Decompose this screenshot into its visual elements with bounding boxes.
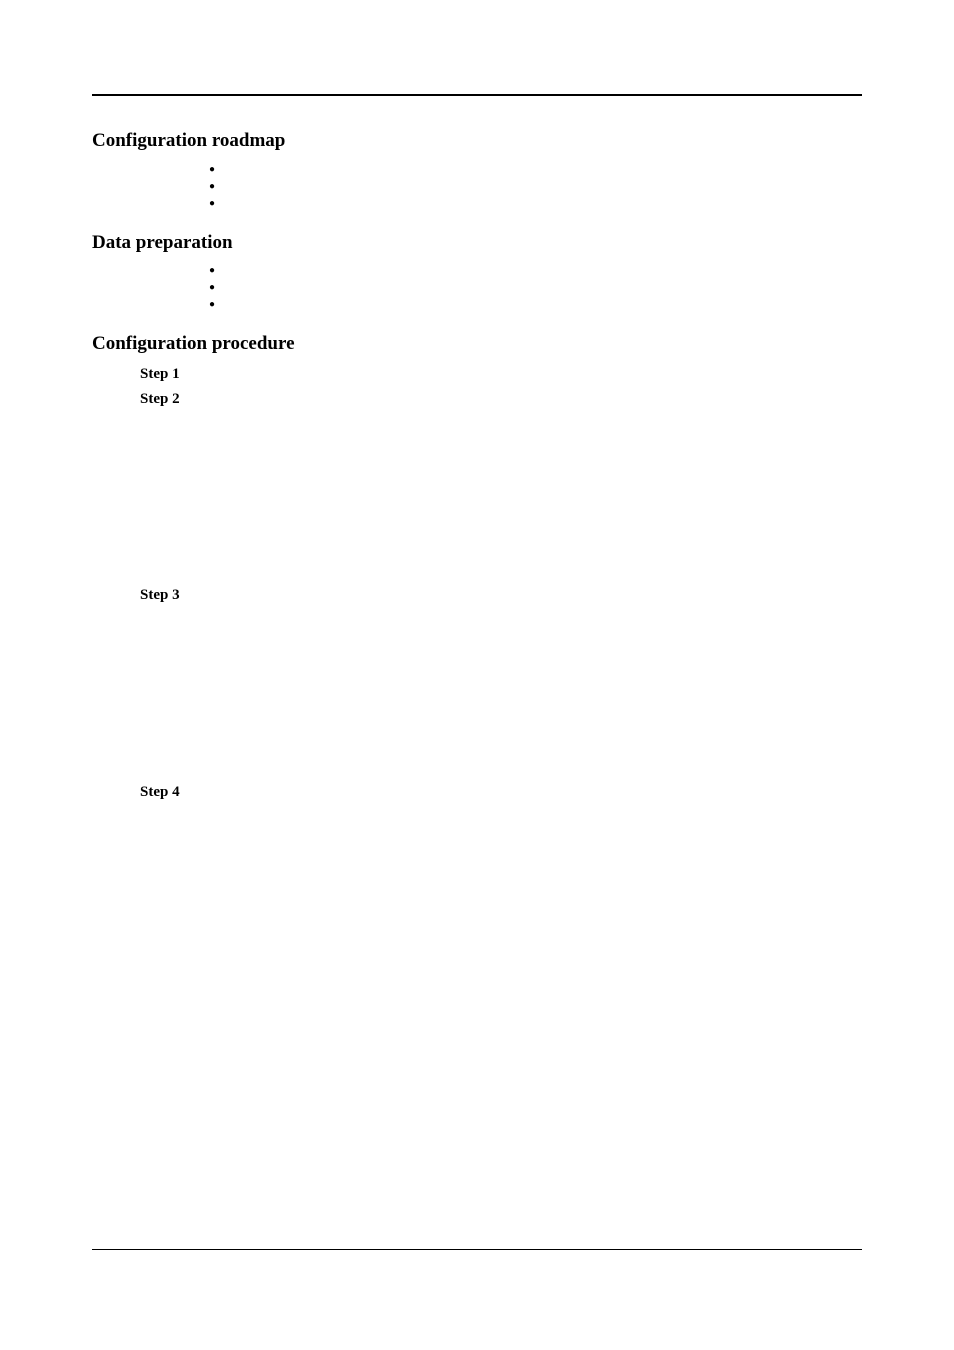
step-body [200, 364, 862, 386]
list-item [92, 161, 862, 178]
step-body [200, 585, 862, 607]
list-item [92, 178, 862, 195]
content-area: Configuration roadmap Data preparation C… [92, 128, 862, 822]
section-configuration-roadmap: Configuration roadmap [92, 128, 862, 212]
step-1: Step 1 [92, 364, 862, 386]
step-label: Step 2 [140, 389, 200, 411]
section-data-preparation: Data preparation [92, 230, 862, 314]
page: Configuration roadmap Data preparation C… [0, 0, 954, 1350]
list-item [92, 279, 862, 296]
header-rule [92, 94, 862, 96]
heading-configuration-procedure: Configuration procedure [92, 331, 862, 358]
prep-bullet-list [92, 262, 862, 313]
step-label: Step 1 [140, 364, 200, 386]
step-3: Step 3 [92, 585, 862, 607]
step-label: Step 4 [140, 782, 200, 804]
step-body [200, 389, 862, 411]
list-item [92, 262, 862, 279]
roadmap-bullet-list [92, 161, 862, 212]
section-configuration-procedure: Configuration procedure Step 1 Step 2 St… [92, 331, 862, 804]
step-2: Step 2 [92, 389, 862, 411]
heading-configuration-roadmap: Configuration roadmap [92, 128, 862, 155]
step-label: Step 3 [140, 585, 200, 607]
step-4: Step 4 [92, 782, 862, 804]
heading-data-preparation: Data preparation [92, 230, 862, 257]
list-item [92, 296, 862, 313]
footer-rule [92, 1249, 862, 1250]
step-body [200, 782, 862, 804]
list-item [92, 195, 862, 212]
